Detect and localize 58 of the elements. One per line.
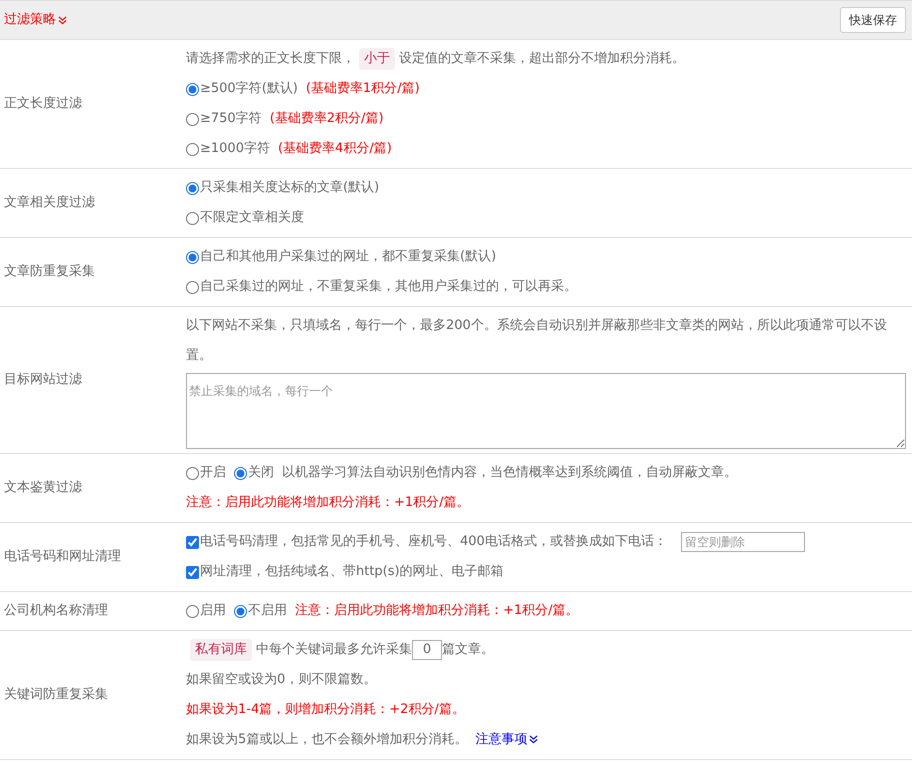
domain-textarea[interactable]: 禁止采集的域名，每行一个 bbox=[186, 373, 906, 449]
option-label: 启用 bbox=[200, 602, 226, 620]
option-label: 不启用 bbox=[248, 602, 287, 620]
field-label: 电话号码和网址清理 bbox=[3, 548, 122, 566]
field-label: 文章相关度过滤 bbox=[3, 194, 96, 212]
warning-text: 如果设为1-4篇，则增加积分消耗：+2积分/篇。 bbox=[186, 701, 465, 719]
description-text: 如果留空或设为0，则不限篇数。 bbox=[186, 671, 376, 689]
radio-button[interactable] bbox=[186, 466, 199, 480]
radio-button[interactable] bbox=[234, 466, 247, 480]
description-text: 请选择需求的正文长度下限， bbox=[186, 50, 355, 68]
radio-button[interactable] bbox=[186, 142, 199, 156]
field-label: 关键词防重复采集 bbox=[3, 686, 109, 704]
radio-button[interactable] bbox=[186, 112, 199, 126]
option-label: ≥750字符 bbox=[200, 110, 262, 128]
option-label: 开启 bbox=[200, 464, 226, 482]
field-label: 文章防重复采集 bbox=[3, 263, 96, 282]
field-label: 正文长度过滤 bbox=[3, 95, 83, 114]
description-text: 篇文章。 bbox=[442, 641, 494, 659]
warning-text: (基础费率1积分/篇) bbox=[306, 80, 420, 98]
number-input-field[interactable]: 0 bbox=[412, 640, 442, 660]
warning-text: 注意：启用此功能将增加积分消耗：+1积分/篇。 bbox=[186, 494, 470, 512]
double-chevron-icon bbox=[58, 16, 67, 24]
option-label: 关闭 bbox=[248, 464, 274, 482]
quick-save-button[interactable]: 快速保存 bbox=[840, 7, 906, 33]
description-text: 中每个关键词最多允许采集 bbox=[256, 641, 412, 659]
option-label: 电话号码清理，包括常见的手机号、座机号、400电话格式，或替换成如下电话： bbox=[200, 533, 667, 551]
option-label: 自己和其他用户采集过的网址，都不重复采集(默认) bbox=[200, 248, 496, 266]
field-label: 公司机构名称清理 bbox=[3, 602, 109, 620]
highlight-tag: 小于 bbox=[359, 48, 395, 70]
radio-button[interactable] bbox=[186, 250, 199, 264]
description-text: 以机器学习算法自动识别色情内容，当色情概率达到系统阈值，自动屏蔽文章。 bbox=[282, 464, 737, 482]
option-label: 不限定文章相关度 bbox=[200, 209, 304, 227]
warning-text: 注意：启用此功能将增加积分消耗：+1积分/篇。 bbox=[295, 602, 579, 620]
double-chevron-icon bbox=[529, 734, 538, 744]
highlight-tag: 私有词库 bbox=[190, 639, 252, 661]
option-label: 只采集相关度达标的文章(默认) bbox=[200, 179, 380, 197]
field-label: 目标网站过滤 bbox=[3, 371, 83, 390]
description-text: 以下网站不采集，只填域名，每行一个，最多200个。系统会自动识别并屏蔽那些非文章类的网站，所以此项通常可以不设置。 bbox=[186, 317, 888, 365]
checkbox[interactable] bbox=[186, 566, 199, 578]
description-text: 设定值的文章不采集，超出部分不增加积分消耗。 bbox=[399, 50, 685, 68]
warning-text: (基础费率2积分/篇) bbox=[270, 110, 384, 128]
option-label: 自己采集过的网址，不重复采集，其他用户采集过的，可以再采。 bbox=[200, 278, 577, 296]
option-label: ≥500字符(默认) bbox=[200, 80, 298, 98]
warning-text: (基础费率4积分/篇) bbox=[278, 140, 392, 158]
section-title: 过滤策略 bbox=[4, 11, 56, 30]
checkbox[interactable] bbox=[186, 536, 199, 548]
phone-input-field[interactable]: 留空则删除 bbox=[680, 532, 805, 552]
field-label: 文本鉴黄过滤 bbox=[3, 479, 83, 498]
description-text: 如果设为5篇或以上，也不会额外增加积分消耗。 bbox=[186, 731, 468, 749]
option-label: ≥1000字符 bbox=[200, 140, 270, 158]
radio-button[interactable] bbox=[186, 604, 199, 618]
notes-link[interactable]: 注意事项 bbox=[475, 725, 538, 755]
radio-button[interactable] bbox=[186, 212, 199, 224]
radio-button[interactable] bbox=[186, 82, 199, 96]
radio-button[interactable] bbox=[186, 280, 199, 294]
radio-button[interactable] bbox=[234, 604, 247, 618]
radio-button[interactable] bbox=[186, 182, 199, 194]
option-label: 网址清理，包括纯域名、带http(s)的网址、电子邮箱 bbox=[200, 563, 504, 581]
